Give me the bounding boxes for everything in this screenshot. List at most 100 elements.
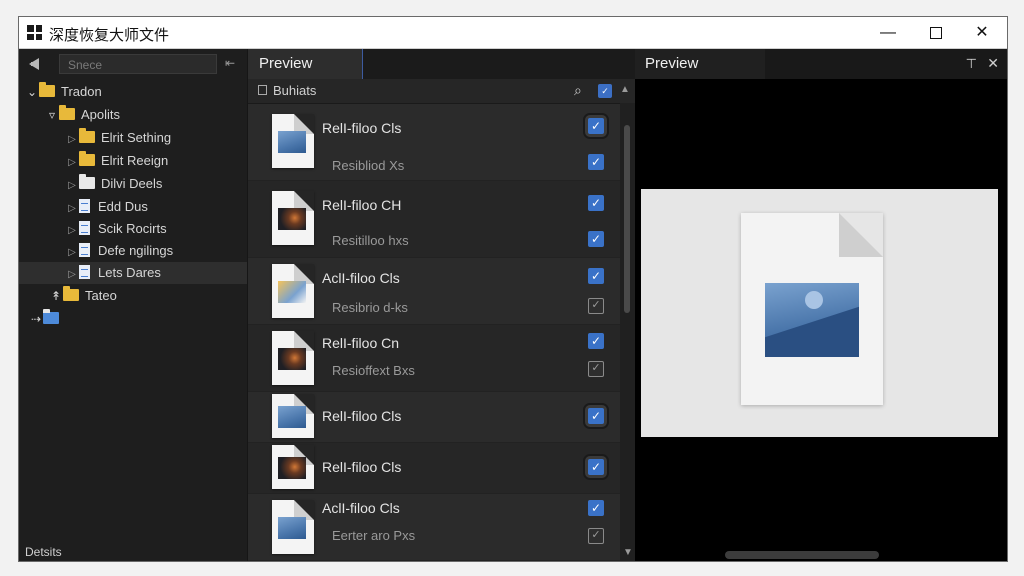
file-list-panel: Preview Buhiats ⌕ ✓ ▲ RelI-filoo Cls Res… [247, 49, 636, 561]
collapse-icon[interactable]: ⇤ [225, 56, 235, 70]
tree-item-apolits[interactable]: ▿ Apolits [45, 104, 120, 126]
tab-strip [363, 49, 636, 79]
maximize-button[interactable] [913, 17, 959, 49]
horizontal-scrollbar-thumb[interactable] [725, 551, 879, 559]
preview-title[interactable]: Preview [635, 49, 765, 79]
collapsed-caret-icon[interactable]: ▷ [65, 175, 79, 197]
collapsed-caret-icon[interactable]: ▷ [65, 152, 79, 174]
file-name: RelI-filoo Cls [322, 120, 402, 136]
list-icon [258, 85, 267, 95]
file-checkbox[interactable]: ✓ [588, 528, 604, 544]
document-icon [79, 221, 90, 235]
collapsed-caret-icon[interactable]: ▷ [65, 198, 79, 220]
tree-item-root-drive[interactable]: ⇢ [29, 308, 65, 330]
tree-item-elrit-reeign[interactable]: ▷ Elrit Reeign [65, 150, 168, 172]
collapsed-caret-icon[interactable]: ▷ [65, 220, 79, 242]
image-file-icon [272, 394, 314, 438]
search-input[interactable]: Snece [59, 54, 217, 74]
tree-item-tradon[interactable]: ⌄ Tradon [25, 81, 102, 103]
file-row[interactable]: RelI-filoo Cn Resioffext Bxs ✓ ✓ [248, 325, 620, 392]
document-icon [79, 265, 90, 279]
file-checkbox[interactable]: ✓ [588, 500, 604, 516]
image-file-icon [272, 331, 314, 385]
file-checkbox[interactable]: ✓ [588, 298, 604, 314]
pin-caret-icon[interactable]: ↟ [49, 285, 63, 307]
file-row[interactable]: AclI-filoo Cls Resibrio d-ks ✓ ✓ [248, 258, 620, 325]
file-checkbox[interactable]: ✓ [583, 403, 609, 429]
file-checkbox[interactable]: ✓ [588, 333, 604, 349]
tree-item-dilvi-deels[interactable]: ▷ Dilvi Deels [65, 173, 162, 195]
image-file-icon [272, 264, 314, 318]
tree-item-lets-dares[interactable]: ▷ Lets Dares [19, 262, 247, 284]
expand-caret-icon[interactable]: ⌄ [25, 81, 39, 103]
app-window: 深度恢复大师文件 — ✕ Snece ⇤ ⌄ Tradon ▿ Apolits ▷ E… [18, 16, 1008, 562]
title-bar: 深度恢复大师文件 — ✕ [19, 17, 1007, 49]
scrollbar-thumb[interactable] [624, 125, 630, 313]
file-row[interactable]: RelI-filoo Cls ✓ [248, 443, 620, 494]
collapsed-caret-icon[interactable]: ▷ [65, 264, 79, 286]
file-checkbox[interactable]: ✓ [588, 231, 604, 247]
image-file-icon [741, 213, 883, 405]
file-detail: Resitilloo hxs [332, 233, 409, 248]
preview-panel: Preview ⊤ ✕ [635, 49, 1007, 561]
folder-tree-panel: Snece ⇤ ⌄ Tradon ▿ Apolits ▷ Elrit Sething … [19, 49, 247, 561]
tree-toolbar: Snece ⇤ [19, 49, 247, 79]
file-name: RelI-filoo Cls [322, 408, 402, 424]
select-all-button[interactable]: ✓ [598, 84, 612, 98]
app-logo-icon [27, 25, 42, 40]
tree-item-elrit-sething[interactable]: ▷ Elrit Sething [65, 127, 171, 149]
collapsed-caret-icon[interactable]: ▷ [65, 242, 79, 264]
file-row[interactable]: AclI-filoo Cls Eerter aro Pxs ✓ ✓ [248, 494, 620, 561]
folder-icon [79, 151, 95, 166]
file-checkbox[interactable]: ✓ [588, 268, 604, 284]
search-icon[interactable]: ⌕ [574, 82, 582, 99]
file-checkbox[interactable]: ✓ [588, 195, 604, 211]
image-file-icon [272, 191, 314, 245]
document-icon [79, 199, 90, 213]
details-label[interactable]: Detsits [25, 545, 62, 559]
tree-item-scik-rocirts[interactable]: ▷ Scik Rocirts [65, 218, 167, 240]
file-detail: Resioffext Bxs [332, 363, 415, 378]
folder-icon [63, 286, 79, 301]
file-detail: Eerter aro Pxs [332, 528, 416, 543]
file-checkbox[interactable]: ✓ [588, 154, 604, 170]
white-folder-icon [79, 174, 95, 189]
tree-item-tateo[interactable]: ↟ Tateo [49, 285, 117, 307]
file-checkbox[interactable]: ✓ [583, 113, 609, 139]
list-header-label: Buhiats [273, 83, 317, 98]
tree-item-edd-dus[interactable]: ▷ Edd Dus [65, 196, 148, 218]
image-file-icon [272, 445, 314, 489]
navigate-arrow-icon[interactable]: ⇢ [29, 308, 43, 330]
folder-icon [59, 105, 75, 120]
file-name: RelI-filoo Cls [322, 459, 402, 475]
list-header: Buhiats ⌕ ✓ ▲ [248, 79, 636, 104]
file-name: RelI-filoo Cn [322, 335, 400, 351]
collapsed-caret-icon[interactable]: ▷ [65, 129, 79, 151]
close-panel-icon[interactable]: ✕ [987, 55, 999, 72]
file-checkbox[interactable]: ✓ [583, 454, 609, 480]
preview-canvas [641, 189, 998, 437]
scroll-up-icon[interactable]: ▲ [620, 84, 630, 95]
folder-icon [79, 128, 95, 143]
back-arrow-icon[interactable] [29, 58, 39, 70]
file-checkbox[interactable]: ✓ [588, 361, 604, 377]
tree-item-defe-ngilings[interactable]: ▷ Defe ngilings [65, 240, 173, 262]
file-name: RelI-filoo CH [322, 197, 402, 213]
file-row[interactable]: RelI-filoo Cls Resibliod Xs ✓ ✓ [248, 104, 620, 181]
expand-caret-icon[interactable]: ▿ [45, 104, 59, 126]
scroll-down-icon[interactable]: ▼ [623, 547, 633, 558]
document-icon [79, 243, 90, 257]
file-name: AclI-filoo Cls [322, 270, 400, 286]
file-row[interactable]: RelI-filoo CH Resitilloo hxs ✓ ✓ [248, 181, 620, 258]
folder-icon [39, 82, 55, 97]
minimize-button[interactable]: — [865, 17, 911, 49]
tab-preview[interactable]: Preview [248, 49, 363, 79]
file-detail: Resibrio d-ks [332, 300, 408, 315]
close-button[interactable]: ✕ [959, 17, 1005, 49]
maximize-icon [930, 26, 942, 39]
image-file-icon [272, 500, 314, 554]
file-detail: Resibliod Xs [332, 158, 405, 173]
file-name: AclI-filoo Cls [322, 500, 400, 516]
file-row[interactable]: RelI-filoo Cls ✓ [248, 392, 620, 443]
pin-icon[interactable]: ⊤ [966, 56, 977, 72]
